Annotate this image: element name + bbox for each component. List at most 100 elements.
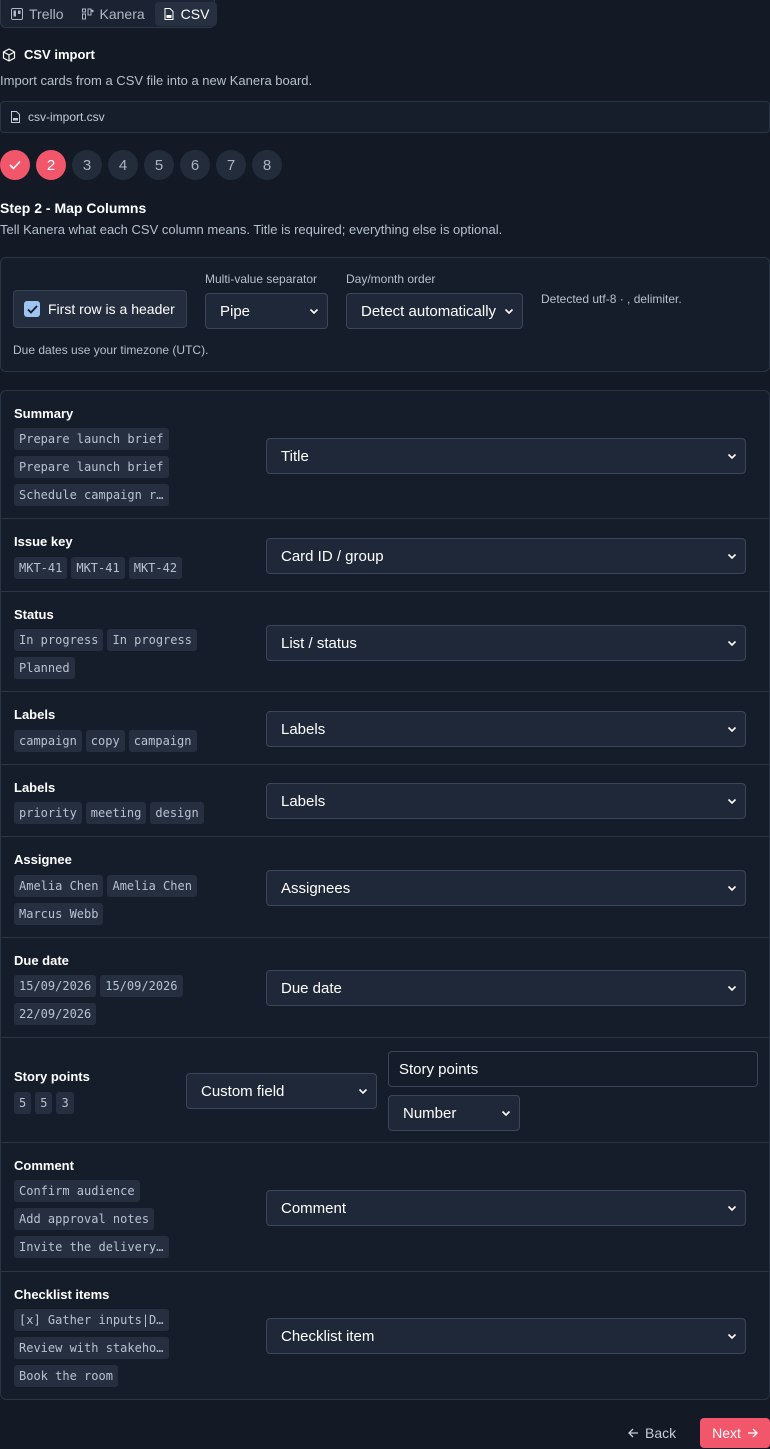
step-7[interactable]: 7 [216,150,246,180]
sample-chip: Invite the delivery… [14,1236,169,1258]
sample-chip: Prepare launch brief [14,428,169,450]
step-2[interactable]: 2 [36,150,66,180]
order-value: Detect automatically [361,302,497,320]
column-name: Issue key [14,534,73,549]
sample-chip: Prepare launch brief [14,456,169,478]
source-tabs: Trello Kanera CSV [0,0,218,28]
sample-values: In progress In progress Planned [14,629,204,679]
mapping-value: Comment [281,1199,347,1217]
import-title-text: CSV import [24,47,95,62]
column-name: Checklist items [14,1287,110,1302]
step-1-done[interactable] [0,150,30,180]
sample-values: MKT-41 MKT-41 MKT-42 [14,557,214,579]
sample-chip: design [150,802,204,824]
tab-trello[interactable]: Trello [3,2,72,26]
mapping-row: Status In progress In progress Planned L… [1,592,769,692]
chevron-down-icon [727,985,737,992]
sample-chip: Confirm audience [14,1180,140,1202]
next-button[interactable]: Next [700,1418,770,1448]
column-name: Summary [14,406,74,421]
sample-chip: Amelia Chen [107,875,197,897]
custom-field-name-value: Story points [399,1060,479,1078]
mapping-select[interactable]: Comment [266,1190,746,1226]
mapping-value: Labels [281,792,326,810]
sample-chip: Review with stakeho… [14,1337,169,1359]
chevron-down-icon [309,308,319,315]
day-month-order-select[interactable]: Detect automatically [346,293,523,329]
first-row-header-toggle[interactable]: First row is a header [13,290,187,328]
sample-chip: 5 [14,1092,32,1114]
chevron-down-icon [727,798,737,805]
sample-chip: campaign [128,730,197,752]
mapping-select[interactable]: Checklist item [266,1318,746,1354]
mapping-row: Labels priority meeting design Labels [1,765,769,837]
file-name: csv-import.csv [28,110,105,124]
mapping-row: Comment Confirm audience Add approval no… [1,1143,769,1272]
kanera-icon [81,8,94,20]
chevron-down-icon [727,553,737,560]
check-icon [9,160,21,170]
sample-values: Confirm audience Add approval notes Invi… [14,1180,184,1258]
mapping-row: Summary Prepare launch brief Prepare lau… [1,391,769,519]
mapping-select[interactable]: Assignees [266,870,746,906]
column-name: Story points [14,1069,90,1084]
sample-chip: priority [14,802,82,824]
separator-label: Multi-value separator [205,272,318,286]
mapping-row: Labels campaign copy campaign Labels [1,692,769,765]
separator-value: Pipe [220,302,251,320]
sample-chip: Planned [14,657,75,679]
mapping-select[interactable]: Labels [266,783,746,819]
tab-csv[interactable]: CSV [154,2,218,26]
custom-field-name-input[interactable]: Story points [388,1051,758,1087]
mapping-select[interactable]: Title [266,438,746,474]
step-8[interactable]: 8 [252,150,282,180]
sample-chip: 3 [56,1092,74,1114]
mapping-select[interactable]: Labels [266,711,746,747]
sample-values: priority meeting design [14,802,214,824]
sample-chip: 5 [35,1092,53,1114]
sample-chip: In progress [107,629,197,651]
sample-values: Amelia Chen Amelia Chen Marcus Webb [14,875,204,925]
chevron-down-icon [727,1333,737,1340]
mapping-value: Card ID / group [281,547,384,565]
sample-chip: In progress [14,629,104,651]
wizard-stepper: 2 3 4 5 6 7 8 [0,150,282,180]
step-4[interactable]: 4 [108,150,138,180]
sample-values: campaign copy campaign [14,730,214,752]
tab-kanera-label: Kanera [99,6,145,22]
step-3[interactable]: 3 [72,150,102,180]
sample-chip: MKT-42 [128,557,183,579]
sample-chip: Add approval notes [14,1208,155,1230]
step-5[interactable]: 5 [144,150,174,180]
header-checkbox-label: First row is a header [48,301,175,317]
separator-select[interactable]: Pipe [205,293,328,329]
sample-values: Prepare launch brief Prepare launch brie… [14,428,184,506]
sample-chip: meeting [85,802,147,824]
sample-chip: 22/09/2026 [14,1003,97,1025]
tab-kanera[interactable]: Kanera [74,2,153,26]
sample-values: 15/09/2026 15/09/2026 22/09/2026 [14,975,194,1025]
mapping-value: Labels [281,720,326,738]
mapping-value: Checklist item [281,1327,375,1345]
tab-trello-label: Trello [29,6,64,22]
mapping-select[interactable]: Custom field [186,1073,377,1109]
custom-field-type-select[interactable]: Number [388,1095,520,1131]
selected-file[interactable]: csv-import.csv [0,101,770,133]
mapping-row: Due date 15/09/2026 15/09/2026 22/09/202… [1,938,769,1038]
sample-chip: Amelia Chen [14,875,104,897]
mapping-select[interactable]: List / status [266,625,746,661]
back-button[interactable]: Back [628,1419,688,1447]
column-name: Due date [14,953,69,968]
mapping-select[interactable]: Due date [266,970,746,1006]
chevron-down-icon [504,308,514,315]
sample-chip: Schedule campaign r… [14,484,169,506]
mapping-value: Title [281,447,309,465]
sample-chip: 15/09/2026 [14,975,97,997]
step-6[interactable]: 6 [180,150,210,180]
step-title: Step 2 - Map Columns [0,200,147,216]
sample-chip: Book the room [14,1365,118,1387]
mapping-select[interactable]: Card ID / group [266,538,746,574]
mapping-value: Due date [281,979,342,997]
header-checkbox[interactable] [24,301,40,317]
chevron-down-icon [727,726,737,733]
